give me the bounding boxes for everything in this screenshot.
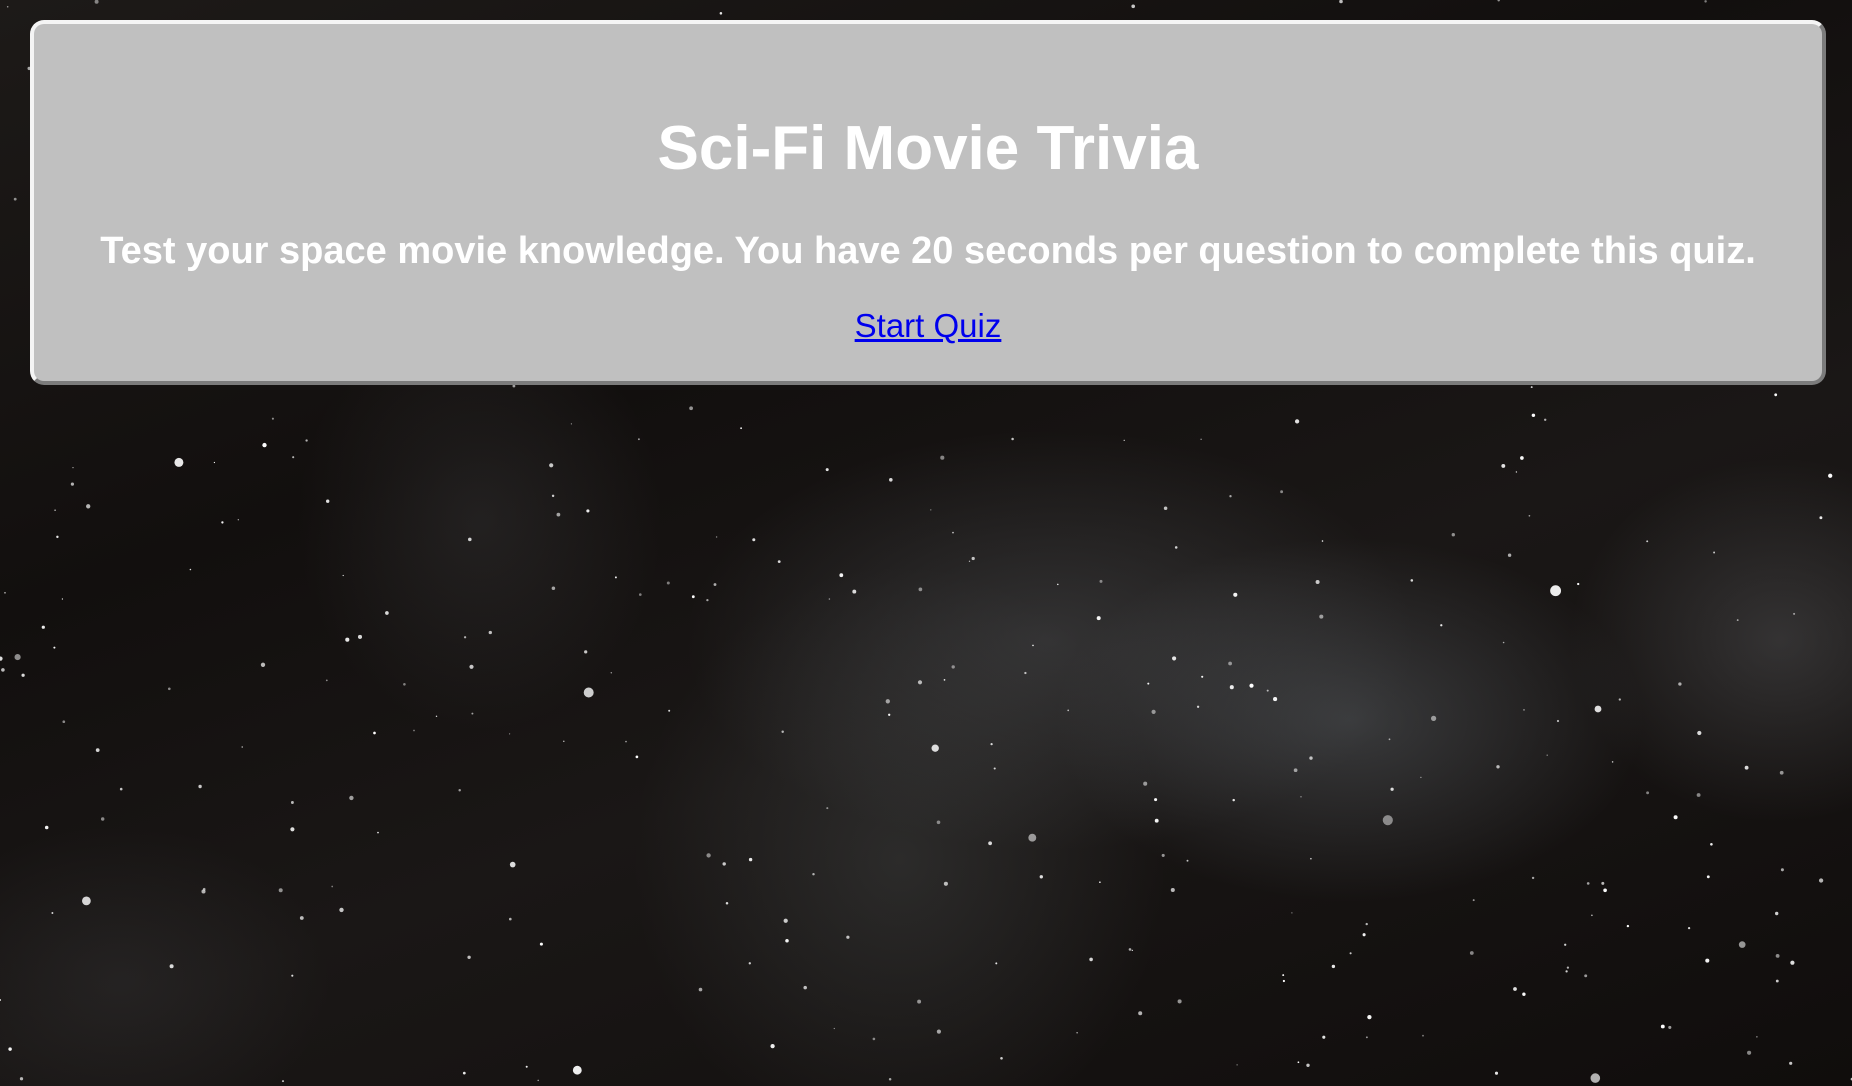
page-title: Sci-Fi Movie Trivia	[657, 114, 1199, 183]
start-quiz-container: Start Quiz	[34, 306, 1822, 346]
quiz-intro-card: Sci-Fi Movie Trivia Test your space movi…	[30, 20, 1826, 385]
start-quiz-link[interactable]: Start Quiz	[855, 307, 1002, 344]
quiz-description: Test your space movie knowledge. You hav…	[100, 230, 1756, 272]
